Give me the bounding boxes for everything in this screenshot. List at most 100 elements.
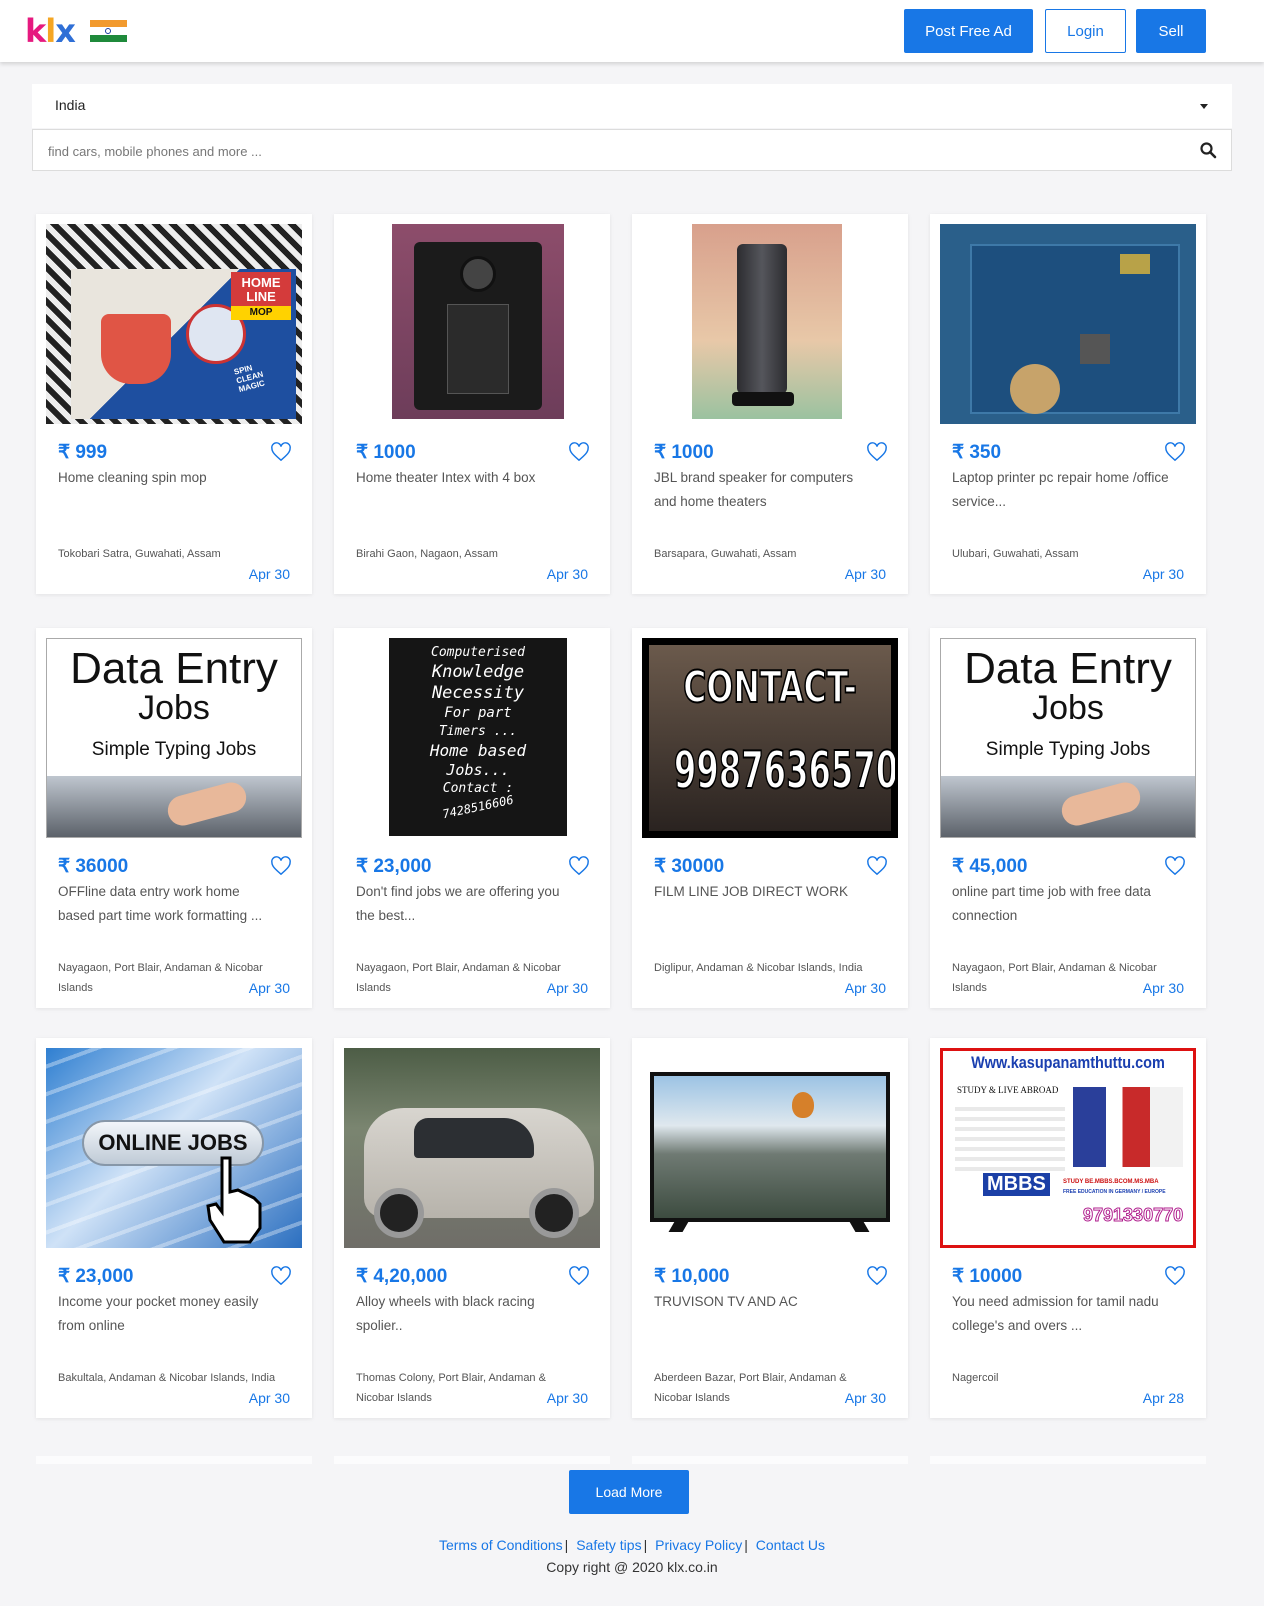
copyright-text: Copy right @ 2020 klx.co.in — [546, 1559, 718, 1575]
listing-price: ₹ 23,000 — [356, 856, 432, 877]
listing-price: ₹ 1000 — [654, 442, 714, 463]
listing-card[interactable]: ₹ 1000 JBL brand speaker for computers a… — [632, 214, 908, 594]
klx-logo[interactable]: klx — [25, 14, 76, 48]
listing-title[interactable]: Home cleaning spin mop — [58, 466, 278, 490]
listing-price: ₹ 350 — [952, 442, 1002, 463]
listing-title[interactable]: Don't find jobs we are offering you the … — [356, 880, 576, 928]
listing-title[interactable]: TRUVISON TV AND AC — [654, 1290, 874, 1314]
listing-location: Bakultala, Andaman & Nicobar Islands, In… — [58, 1372, 276, 1384]
listing-card[interactable]: Www.kasupanamthuttu.com STUDY & LIVE ABR… — [930, 1038, 1206, 1418]
favorite-heart-icon[interactable] — [270, 442, 292, 462]
listing-title[interactable]: You need admission for tamil nadu colleg… — [952, 1290, 1172, 1338]
listing-card[interactable]: ONLINE JOBS ₹ 23,000 Income your pocket … — [36, 1038, 312, 1418]
listing-title[interactable]: FILM LINE JOB DIRECT WORK — [654, 880, 874, 904]
favorite-heart-icon[interactable] — [270, 856, 292, 876]
listing-image-jbl-speaker — [642, 224, 898, 424]
login-button[interactable]: Login — [1045, 9, 1126, 53]
search-icon[interactable] — [1199, 141, 1217, 159]
listing-price: ₹ 36000 — [58, 856, 129, 877]
favorite-heart-icon[interactable] — [1164, 1266, 1186, 1286]
top-header: klx Post Free Ad Login Sell — [0, 0, 1264, 62]
favorite-heart-icon[interactable] — [568, 442, 590, 462]
favorite-heart-icon[interactable] — [568, 856, 590, 876]
listing-card[interactable]: Data Entry Jobs Simple Typing Jobs ₹ 45,… — [930, 628, 1206, 1008]
listing-price: ₹ 10,000 — [654, 1266, 730, 1287]
listing-title[interactable]: Laptop printer pc repair home /office se… — [952, 466, 1172, 514]
post-free-ad-button[interactable]: Post Free Ad — [904, 9, 1033, 53]
listing-image-home-theater — [344, 224, 600, 424]
next-row-card-edge — [36, 1456, 312, 1464]
listing-location: Nagercoil — [952, 1372, 999, 1384]
listing-title[interactable]: Alloy wheels with black racing spolier.. — [356, 1290, 576, 1338]
listing-price: ₹ 1000 — [356, 442, 416, 463]
location-select[interactable]: India — [32, 84, 1232, 128]
listing-location: Barsapara, Guwahati, Assam — [654, 548, 797, 560]
listing-image-data-entry: Data Entry Jobs Simple Typing Jobs — [940, 638, 1196, 838]
listing-image-motherboard — [940, 224, 1196, 424]
listing-price: ₹ 999 — [58, 442, 108, 463]
listing-price: ₹ 45,000 — [952, 856, 1028, 877]
listing-title[interactable]: Income your pocket money easily from onl… — [58, 1290, 278, 1338]
favorite-heart-icon[interactable] — [1164, 856, 1186, 876]
listing-location: Ulubari, Guwahati, Assam — [952, 548, 1079, 560]
listing-date: Apr 30 — [1142, 566, 1184, 582]
listing-location: Birahi Gaon, Nagaon, Assam — [356, 548, 498, 560]
listing-date: Apr 30 — [844, 980, 886, 996]
listing-date: Apr 30 — [1142, 980, 1184, 996]
listing-card[interactable]: CONTACT- 9987636570 ₹ 30000 FILM LINE JO… — [632, 628, 908, 1008]
sell-button[interactable]: Sell — [1136, 9, 1206, 53]
listing-title[interactable]: OFFline data entry work home based part … — [58, 880, 278, 928]
favorite-heart-icon[interactable] — [866, 442, 888, 462]
listing-location: Diglipur, Andaman & Nicobar Islands, Ind… — [654, 962, 863, 974]
listing-title[interactable]: Home theater Intex with 4 box — [356, 466, 576, 490]
safety-tips-link[interactable]: Safety tips — [576, 1537, 641, 1553]
favorite-heart-icon[interactable] — [270, 1266, 292, 1286]
next-row-card-edge — [334, 1456, 610, 1464]
listing-image-computerised: Computerised Knowledge Necessity For par… — [344, 638, 600, 838]
footer-links: Terms of Conditions | Safety tips | Privac… — [438, 1537, 826, 1553]
location-selected-value: India — [55, 97, 86, 113]
listing-date: Apr 30 — [248, 980, 290, 996]
listing-location: Tokobari Satra, Guwahati, Assam — [58, 548, 221, 560]
listing-image-mop: HOME LINE MOP SPIN CLEAN MAGIC — [46, 224, 302, 424]
listing-title[interactable]: JBL brand speaker for computers and home… — [654, 466, 874, 514]
listing-card[interactable]: ₹ 4,20,000 Alloy wheels with black racin… — [334, 1038, 610, 1418]
contact-us-link[interactable]: Contact Us — [756, 1537, 825, 1553]
listing-price: ₹ 23,000 — [58, 1266, 134, 1287]
listing-card[interactable]: Data Entry Jobs Simple Typing Jobs ₹ 360… — [36, 628, 312, 1008]
listing-image-car — [344, 1048, 600, 1248]
next-row-card-edge — [930, 1456, 1206, 1464]
listing-price: ₹ 10000 — [952, 1266, 1023, 1287]
listing-image-contact: CONTACT- 9987636570 — [642, 638, 898, 838]
listing-card[interactable]: Computerised Knowledge Necessity For par… — [334, 628, 610, 1008]
listing-date: Apr 30 — [248, 1390, 290, 1406]
listing-image-study-abroad: Www.kasupanamthuttu.com STUDY & LIVE ABR… — [940, 1048, 1196, 1248]
favorite-heart-icon[interactable] — [1164, 442, 1186, 462]
load-more-button[interactable]: Load More — [569, 1470, 689, 1514]
privacy-policy-link[interactable]: Privacy Policy — [655, 1537, 742, 1553]
listing-date: Apr 30 — [546, 566, 588, 582]
listing-date: Apr 30 — [844, 566, 886, 582]
favorite-heart-icon[interactable] — [866, 1266, 888, 1286]
listing-title[interactable]: online part time job with free data conn… — [952, 880, 1172, 928]
listing-date: Apr 30 — [248, 566, 290, 582]
listing-card[interactable]: HOME LINE MOP SPIN CLEAN MAGIC ₹ 999 Home c… — [36, 214, 312, 594]
next-row-card-edge — [632, 1456, 908, 1464]
listing-price: ₹ 30000 — [654, 856, 725, 877]
search-input[interactable] — [48, 140, 1148, 162]
listing-image-online-jobs: ONLINE JOBS — [46, 1048, 302, 1248]
favorite-heart-icon[interactable] — [568, 1266, 590, 1286]
listing-date: Apr 30 — [546, 980, 588, 996]
search-bar — [32, 129, 1232, 171]
listing-date: Apr 30 — [844, 1390, 886, 1406]
terms-link[interactable]: Terms of Conditions — [439, 1537, 563, 1553]
listing-card[interactable]: ₹ 1000 Home theater Intex with 4 box Bir… — [334, 214, 610, 594]
favorite-heart-icon[interactable] — [866, 856, 888, 876]
listing-price: ₹ 4,20,000 — [356, 1266, 448, 1287]
listing-card[interactable]: ₹ 10,000 TRUVISON TV AND AC Aberdeen Baz… — [632, 1038, 908, 1418]
listing-image-data-entry: Data Entry Jobs Simple Typing Jobs — [46, 638, 302, 838]
india-flag-icon — [90, 20, 127, 42]
listing-card[interactable]: ₹ 350 Laptop printer pc repair home /off… — [930, 214, 1206, 594]
listing-date: Apr 28 — [1142, 1390, 1184, 1406]
listing-image-tv — [642, 1048, 898, 1248]
